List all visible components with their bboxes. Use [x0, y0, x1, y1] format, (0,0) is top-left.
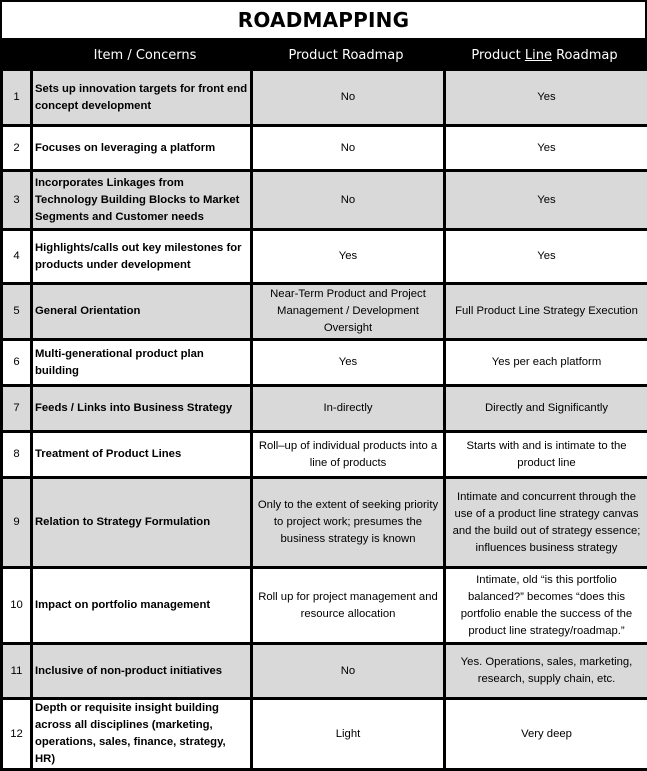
- row-product-line-roadmap: Starts with and is intimate to the produ…: [445, 432, 647, 478]
- table-row: 10Impact on portfolio managementRoll up …: [2, 568, 647, 644]
- row-product-roadmap: No: [252, 644, 445, 699]
- row-product-line-roadmap: Yes: [445, 230, 647, 284]
- row-product-roadmap: Near-Term Product and Project Management…: [252, 284, 445, 340]
- row-product-line-roadmap: Very deep: [445, 699, 647, 770]
- table-row: 4Highlights/calls out key milestones for…: [2, 230, 647, 284]
- row-product-roadmap: Yes: [252, 340, 445, 386]
- row-number: 5: [2, 284, 32, 340]
- row-concern: Relation to Strategy Formulation: [32, 478, 252, 568]
- header-product-roadmap: Product Roadmap: [250, 40, 442, 70]
- row-product-roadmap: No: [252, 171, 445, 230]
- row-product-line-roadmap: Yes: [445, 126, 647, 171]
- row-number: 4: [2, 230, 32, 284]
- row-number: 10: [2, 568, 32, 644]
- table-row: 11Inclusive of non-product initiativesNo…: [2, 644, 647, 699]
- table-row: 3Incorporates Linkages from Technology B…: [2, 171, 647, 230]
- row-product-roadmap: No: [252, 70, 445, 126]
- header-product-line-roadmap: Product Line Roadmap: [442, 40, 647, 70]
- row-concern: Impact on portfolio management: [32, 568, 252, 644]
- roadmapping-table-frame: ROADMAPPING Item / Concerns Product Road…: [0, 0, 647, 761]
- table-row: 5General OrientationNear-Term Product an…: [2, 284, 647, 340]
- row-product-roadmap: No: [252, 126, 445, 171]
- row-number: 9: [2, 478, 32, 568]
- row-product-roadmap: In-directly: [252, 386, 445, 432]
- table-row: 2Focuses on leveraging a platformNoYes: [2, 126, 647, 171]
- row-number: 8: [2, 432, 32, 478]
- table-row: 1Sets up innovation targets for front en…: [2, 70, 647, 126]
- row-product-line-roadmap: Full Product Line Strategy Execution: [445, 284, 647, 340]
- row-concern: Sets up innovation targets for front end…: [32, 70, 252, 126]
- table-row: 12Depth or requisite insight building ac…: [2, 699, 647, 770]
- row-product-roadmap: Only to the extent of seeking priority t…: [252, 478, 445, 568]
- row-number: 7: [2, 386, 32, 432]
- row-concern: Depth or requisite insight building acro…: [32, 699, 252, 770]
- row-concern: General Orientation: [32, 284, 252, 340]
- table-row: 8Treatment of Product LinesRoll–up of in…: [2, 432, 647, 478]
- row-number: 2: [2, 126, 32, 171]
- row-product-line-roadmap: Yes: [445, 171, 647, 230]
- row-product-line-roadmap: Intimate and concurrent through the use …: [445, 478, 647, 568]
- header-item-concerns: Item / Concerns: [0, 40, 250, 70]
- row-concern: Incorporates Linkages from Technology Bu…: [32, 171, 252, 230]
- row-number: 3: [2, 171, 32, 230]
- table-row: 7Feeds / Links into Business StrategyIn-…: [2, 386, 647, 432]
- header-item-concerns-label: Item / Concerns: [94, 48, 197, 63]
- row-product-line-roadmap: Yes. Operations, sales, marketing, resea…: [445, 644, 647, 699]
- comparison-table: 1Sets up innovation targets for front en…: [0, 68, 647, 771]
- header-line-underlined: Line: [525, 48, 552, 63]
- row-product-line-roadmap: Intimate, old “is this portfolio balance…: [445, 568, 647, 644]
- row-number: 6: [2, 340, 32, 386]
- row-product-roadmap: Roll–up of individual products into a li…: [252, 432, 445, 478]
- row-number: 1: [2, 70, 32, 126]
- row-product-roadmap: Yes: [252, 230, 445, 284]
- row-product-line-roadmap: Directly and Significantly: [445, 386, 647, 432]
- header-line-prefix: Product: [471, 48, 525, 63]
- row-number: 12: [2, 699, 32, 770]
- row-concern: Treatment of Product Lines: [32, 432, 252, 478]
- row-product-roadmap: Roll up for project management and resou…: [252, 568, 445, 644]
- table-row: 9Relation to Strategy FormulationOnly to…: [2, 478, 647, 568]
- row-concern: Inclusive of non-product initiatives: [32, 644, 252, 699]
- header-product-roadmap-label: Product Roadmap: [289, 48, 404, 63]
- row-number: 11: [2, 644, 32, 699]
- row-product-line-roadmap: Yes: [445, 70, 647, 126]
- row-concern: Multi-generational product plan building: [32, 340, 252, 386]
- page-title: ROADMAPPING: [2, 2, 645, 38]
- row-concern: Feeds / Links into Business Strategy: [32, 386, 252, 432]
- header-line-suffix: Roadmap: [552, 48, 618, 63]
- row-concern: Highlights/calls out key milestones for …: [32, 230, 252, 284]
- row-product-line-roadmap: Yes per each platform: [445, 340, 647, 386]
- row-product-roadmap: Light: [252, 699, 445, 770]
- table-row: 6Multi-generational product plan buildin…: [2, 340, 647, 386]
- row-concern: Focuses on leveraging a platform: [32, 126, 252, 171]
